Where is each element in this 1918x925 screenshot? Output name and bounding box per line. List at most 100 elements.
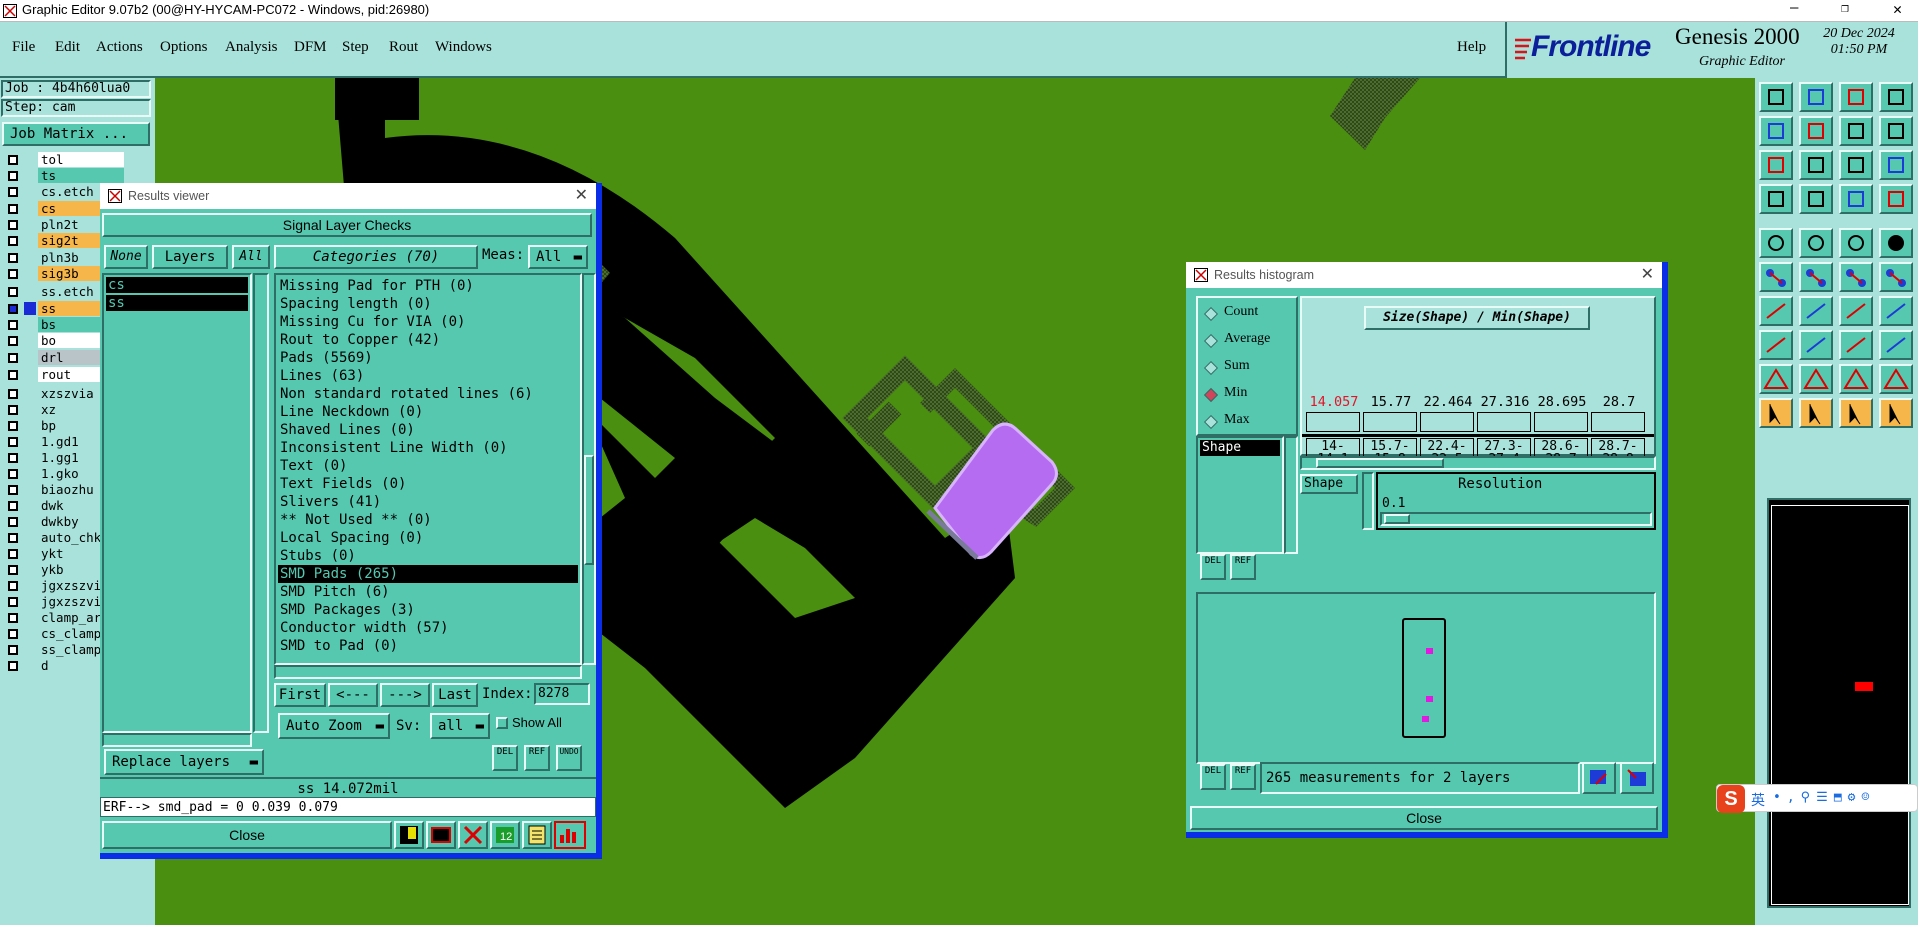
group-icon[interactable] bbox=[1879, 330, 1913, 360]
triangle-icon[interactable] bbox=[1759, 364, 1793, 394]
arc2-icon[interactable] bbox=[1879, 364, 1913, 394]
layer-result-ss[interactable]: ss bbox=[106, 295, 248, 311]
refresh-icon[interactable]: REF bbox=[1230, 764, 1256, 790]
layers-tab[interactable]: Layers bbox=[152, 245, 228, 269]
shape-list-item[interactable]: Shape bbox=[1200, 440, 1280, 456]
pointer4-icon[interactable] bbox=[1879, 398, 1913, 428]
layer-checkbox[interactable] bbox=[8, 421, 18, 431]
category-item[interactable]: Text (0) bbox=[278, 457, 578, 475]
layer-row-0[interactable]: tol bbox=[2, 152, 153, 168]
replace-layers-dropdown[interactable]: Replace layers ▬ bbox=[104, 749, 264, 775]
category-item[interactable]: Non standard rotated lines (6) bbox=[278, 385, 578, 403]
category-item[interactable]: Line Neckdown (0) bbox=[278, 403, 578, 421]
layer-checkbox[interactable] bbox=[8, 501, 18, 511]
delete-icon[interactable]: DEL bbox=[1200, 554, 1226, 580]
layer-checkbox[interactable] bbox=[8, 320, 18, 330]
close-window-button[interactable]: ✕ bbox=[1893, 0, 1902, 18]
shape-list-scrollbar[interactable] bbox=[1284, 436, 1298, 554]
resolution-slider[interactable] bbox=[1380, 512, 1652, 526]
menu-dfm[interactable]: DFM bbox=[294, 39, 327, 56]
histogram-close-button[interactable]: Close bbox=[1190, 806, 1658, 830]
add-pad-icon[interactable] bbox=[1759, 330, 1793, 360]
fit-icon[interactable] bbox=[1759, 150, 1793, 180]
clear-icon[interactable] bbox=[458, 821, 488, 849]
category-item[interactable]: Missing Cu for VIA (0) bbox=[278, 313, 578, 331]
line2-icon[interactable] bbox=[1799, 296, 1833, 326]
category-item[interactable]: Inconsistent Line Width (0) bbox=[278, 439, 578, 457]
select-icon[interactable] bbox=[1799, 228, 1833, 258]
layer-name[interactable]: ts bbox=[38, 168, 124, 183]
layer-checkbox[interactable] bbox=[8, 304, 18, 314]
layer-checkbox[interactable] bbox=[8, 597, 18, 607]
minimize-button[interactable]: — bbox=[1790, 0, 1798, 16]
report-icon[interactable] bbox=[522, 821, 552, 849]
layer-checkbox[interactable] bbox=[8, 453, 18, 463]
layer-checkbox[interactable] bbox=[8, 287, 18, 297]
slider-thumb[interactable] bbox=[1384, 514, 1410, 524]
histogram-bar[interactable] bbox=[1420, 412, 1474, 432]
layer-checkbox[interactable] bbox=[8, 220, 18, 230]
rotate-icon[interactable] bbox=[1879, 116, 1913, 146]
aggregate-option[interactable]: Average bbox=[1203, 331, 1296, 351]
index-field[interactable]: 8278 bbox=[534, 683, 590, 705]
compare-icon[interactable]: 12 bbox=[490, 821, 520, 849]
ime-tool-icons[interactable]: •,⚲☰⬒⚙☺ bbox=[1773, 790, 1875, 805]
category-item[interactable]: Stubs (0) bbox=[278, 547, 578, 565]
menu-help[interactable]: Help bbox=[1457, 39, 1486, 56]
undo-curve-icon[interactable] bbox=[1839, 296, 1873, 326]
previous-button[interactable]: <--- bbox=[328, 683, 378, 707]
radio-diamond-icon[interactable] bbox=[1203, 333, 1219, 349]
cut-icon[interactable] bbox=[1799, 262, 1833, 292]
minus-icon[interactable] bbox=[1799, 330, 1833, 360]
measure-icon[interactable] bbox=[1839, 228, 1873, 258]
histogram-hscrollbar[interactable] bbox=[1300, 456, 1656, 470]
categories-scrollbar[interactable] bbox=[582, 273, 596, 665]
close-button[interactable]: Close bbox=[102, 821, 392, 849]
window-icon[interactable] bbox=[1879, 82, 1913, 112]
close-icon[interactable]: ✕ bbox=[1641, 262, 1654, 288]
layer-checkbox[interactable] bbox=[8, 171, 18, 181]
shape-list[interactable]: Shape bbox=[1196, 436, 1284, 554]
category-item[interactable]: SMD Pitch (6) bbox=[278, 583, 578, 601]
category-item[interactable]: Lines (63) bbox=[278, 367, 578, 385]
layer-checkbox[interactable] bbox=[8, 549, 18, 559]
radio-diamond-icon[interactable] bbox=[1203, 387, 1219, 403]
arc-icon[interactable] bbox=[1839, 364, 1873, 394]
net-icon[interactable] bbox=[1839, 184, 1873, 214]
histogram-bar[interactable] bbox=[1534, 412, 1588, 432]
layer-checkbox[interactable] bbox=[8, 269, 18, 279]
category-item[interactable]: ** Not Used ** (0) bbox=[278, 511, 578, 529]
category-item[interactable]: Shaved Lines (0) bbox=[278, 421, 578, 439]
layer-checkbox[interactable] bbox=[8, 469, 18, 479]
scale-icon[interactable] bbox=[1839, 150, 1873, 180]
category-item[interactable]: Conductor width (57) bbox=[278, 619, 578, 637]
connect-icon[interactable] bbox=[1759, 262, 1793, 292]
last-button[interactable]: Last bbox=[432, 683, 478, 707]
layer-checkbox[interactable] bbox=[8, 485, 18, 495]
pointer2-icon[interactable] bbox=[1799, 398, 1833, 428]
pointer3-icon[interactable] bbox=[1839, 398, 1873, 428]
category-item[interactable]: Slivers (41) bbox=[278, 493, 578, 511]
layers-icon[interactable] bbox=[1879, 184, 1913, 214]
radio-diamond-icon[interactable] bbox=[1203, 306, 1219, 322]
category-item[interactable]: Text Fields (0) bbox=[278, 475, 578, 493]
layer-checkbox[interactable] bbox=[8, 565, 18, 575]
menu-file[interactable]: File bbox=[12, 39, 35, 56]
layer-checkbox[interactable] bbox=[8, 253, 18, 263]
all-button[interactable]: All bbox=[232, 245, 270, 269]
sv-dropdown[interactable]: all ▬ bbox=[430, 713, 490, 739]
layer-checkbox[interactable] bbox=[8, 437, 18, 447]
zoom-home-icon[interactable] bbox=[1759, 82, 1793, 112]
layer-checkbox[interactable] bbox=[8, 581, 18, 591]
import-icon[interactable] bbox=[1620, 762, 1654, 794]
zoom-dropdown[interactable]: Auto Zoom ▬ bbox=[278, 713, 390, 739]
layer-checkbox[interactable] bbox=[8, 645, 18, 655]
layer-checkbox[interactable] bbox=[8, 204, 18, 214]
zoom-back-icon[interactable] bbox=[1799, 82, 1833, 112]
link-icon[interactable] bbox=[1839, 262, 1873, 292]
category-item[interactable]: Missing Pad for PTH (0) bbox=[278, 277, 578, 295]
layer-checkbox[interactable] bbox=[8, 336, 18, 346]
layer-name[interactable]: tol bbox=[38, 152, 124, 167]
histogram-bar[interactable] bbox=[1363, 412, 1417, 432]
flip-icon[interactable] bbox=[1839, 116, 1873, 146]
